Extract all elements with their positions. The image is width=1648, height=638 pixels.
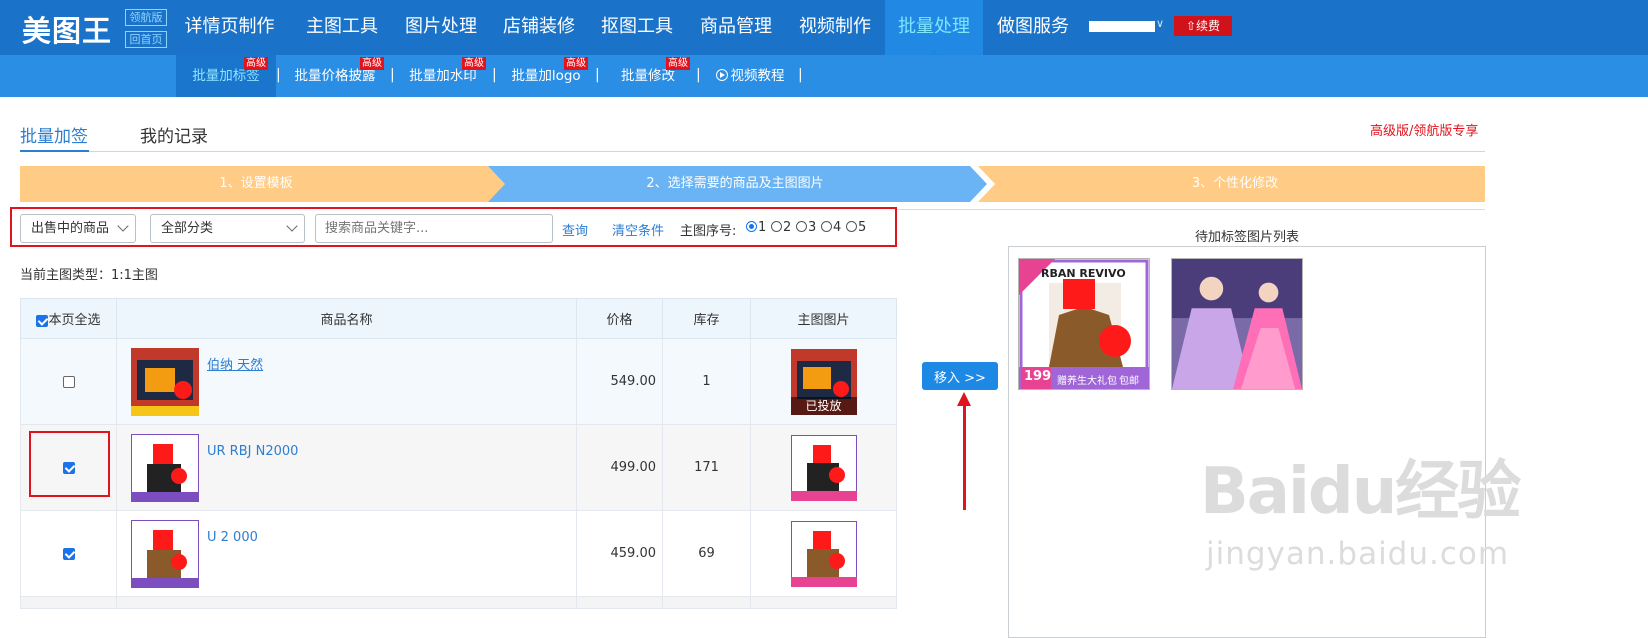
radio-icon [821, 221, 832, 232]
panel-divider [897, 209, 1485, 210]
checkbox-highlight-box [29, 431, 110, 497]
product-thumbnail[interactable] [131, 348, 199, 416]
nav-divider: | [798, 67, 803, 83]
subnav-video-tutorial[interactable]: 视频教程 [710, 55, 790, 97]
row-checkbox[interactable] [62, 547, 75, 560]
nav-divider: | [390, 67, 395, 83]
header-main-image: 主图图片 [750, 298, 897, 339]
header-stock: 库存 [662, 298, 751, 339]
main-image-type: 当前主图类型：1:1主图 [20, 268, 158, 283]
premium-badge: 高级 [244, 57, 268, 70]
pending-thumbnail[interactable]: RBAN REVIVO 199 赠养生大礼包 包邮 [1018, 258, 1150, 390]
radio-index-1[interactable]: 1 [746, 220, 766, 235]
radio-index-5[interactable]: 5 [846, 220, 866, 235]
select-all-header[interactable]: 本页全选 [20, 298, 117, 339]
product-name-link[interactable]: 伯纳 天然 [207, 355, 537, 377]
stock-cell: 171 [662, 424, 751, 511]
main-image-thumbnail[interactable]: 已投放 [790, 348, 857, 415]
main-image-thumbnail[interactable] [789, 519, 858, 588]
watermark: Baidu经验 [1200, 455, 1521, 529]
clear-filter-button[interactable]: 清空条件 [612, 220, 664, 239]
table-row: 伯纳 天然 549.00 1 已投放 [20, 338, 897, 425]
header-price: 价格 [576, 298, 663, 339]
main-image-index-label: 主图序号: [680, 224, 737, 239]
watermark-url: jingyan.baidu.com [1206, 536, 1510, 572]
nav-detail-page[interactable]: 详情页制作 [177, 0, 282, 55]
price-cell: 499.00 [576, 424, 663, 511]
stock-cell: 1 [662, 338, 751, 425]
premium-badge: 高级 [462, 57, 486, 70]
tab-batch-sign[interactable]: 批量加签 [20, 122, 88, 147]
nav-divider: | [595, 67, 600, 83]
chevron-down-icon [117, 220, 129, 232]
deployed-tag: 已投放 [790, 396, 857, 415]
step-3: 3、个性化修改 [1191, 176, 1279, 191]
header-name: 商品名称 [116, 298, 577, 339]
chevron-down-icon [286, 220, 298, 232]
nav-divider: | [696, 67, 701, 83]
premium-notice: 高级版/领航版专享 [1370, 124, 1479, 139]
table-row [20, 596, 897, 609]
nav-store-decoration[interactable]: 店铺装修 [494, 0, 584, 55]
home-link[interactable]: 回首页 [125, 31, 167, 48]
table-row: U 2 000 459.00 69 [20, 510, 897, 597]
query-button[interactable]: 查询 [562, 220, 588, 239]
search-input[interactable] [315, 214, 553, 243]
product-thumbnail[interactable] [131, 434, 199, 502]
premium-badge: 高级 [564, 57, 588, 70]
nav-image-processing[interactable]: 图片处理 [396, 0, 486, 55]
tab-my-records[interactable]: 我的记录 [140, 122, 208, 147]
price-cell: 459.00 [576, 510, 663, 597]
pending-thumbnail[interactable] [1171, 258, 1303, 390]
radio-index-3[interactable]: 3 [796, 220, 816, 235]
product-name-link[interactable]: UR RBJ N2000 [207, 441, 537, 463]
edition-badge: 领航版 [125, 9, 167, 26]
nav-divider: | [492, 67, 497, 83]
radio-index-4[interactable]: 4 [821, 220, 841, 235]
status-select[interactable]: 出售中的商品 [20, 214, 136, 243]
step-2: 2、选择需要的商品及主图图片 [646, 176, 824, 191]
move-in-button[interactable]: 移入 >> [922, 362, 998, 390]
chevron-down-icon[interactable]: ∨ [1156, 17, 1164, 30]
active-tab-indicator [20, 150, 89, 152]
nav-cutout-tools[interactable]: 抠图工具 [592, 0, 682, 55]
radio-checked-icon [746, 221, 757, 232]
radio-index-2[interactable]: 2 [771, 220, 791, 235]
product-name-link[interactable]: U 2 000 [207, 527, 537, 549]
username-redacted[interactable] [1089, 21, 1155, 32]
play-icon [715, 69, 728, 81]
step-1: 1、设置模板 [219, 176, 293, 191]
nav-batch-processing[interactable]: 批量处理 [885, 0, 983, 55]
nav-product-management[interactable]: 商品管理 [690, 0, 782, 55]
nav-divider: | [276, 67, 281, 83]
tab-divider [20, 151, 1485, 152]
nav-main-image-tools[interactable]: 主图工具 [297, 0, 387, 55]
brand-logo[interactable]: 美图王 [22, 8, 112, 50]
radio-icon [796, 221, 807, 232]
price-cell: 549.00 [576, 338, 663, 425]
upload-arrow-icon: ⇧ [1185, 19, 1197, 33]
nav-design-service[interactable]: 做图服务 [988, 0, 1078, 55]
radio-icon [846, 221, 857, 232]
pending-list-title: 待加标签图片列表 [1194, 230, 1299, 245]
stock-cell: 69 [662, 510, 751, 597]
main-image-thumbnail[interactable] [789, 433, 858, 502]
table-row: UR RBJ N2000 499.00 171 [20, 424, 897, 511]
renew-button[interactable]: ⇧续费 [1174, 16, 1232, 36]
nav-video[interactable]: 视频制作 [790, 0, 880, 55]
row-checkbox[interactable] [62, 375, 75, 388]
product-table: 本页全选 商品名称 价格 库存 主图图片 伯纳 天然 549.00 1 已投放 [20, 298, 897, 609]
product-thumbnail[interactable] [131, 520, 199, 588]
radio-icon [771, 221, 782, 232]
select-all-checkbox[interactable] [36, 314, 49, 327]
premium-badge: 高级 [666, 57, 690, 70]
premium-badge: 高级 [360, 57, 384, 70]
category-select[interactable]: 全部分类 [150, 214, 305, 243]
annotation-arrow [963, 400, 966, 510]
